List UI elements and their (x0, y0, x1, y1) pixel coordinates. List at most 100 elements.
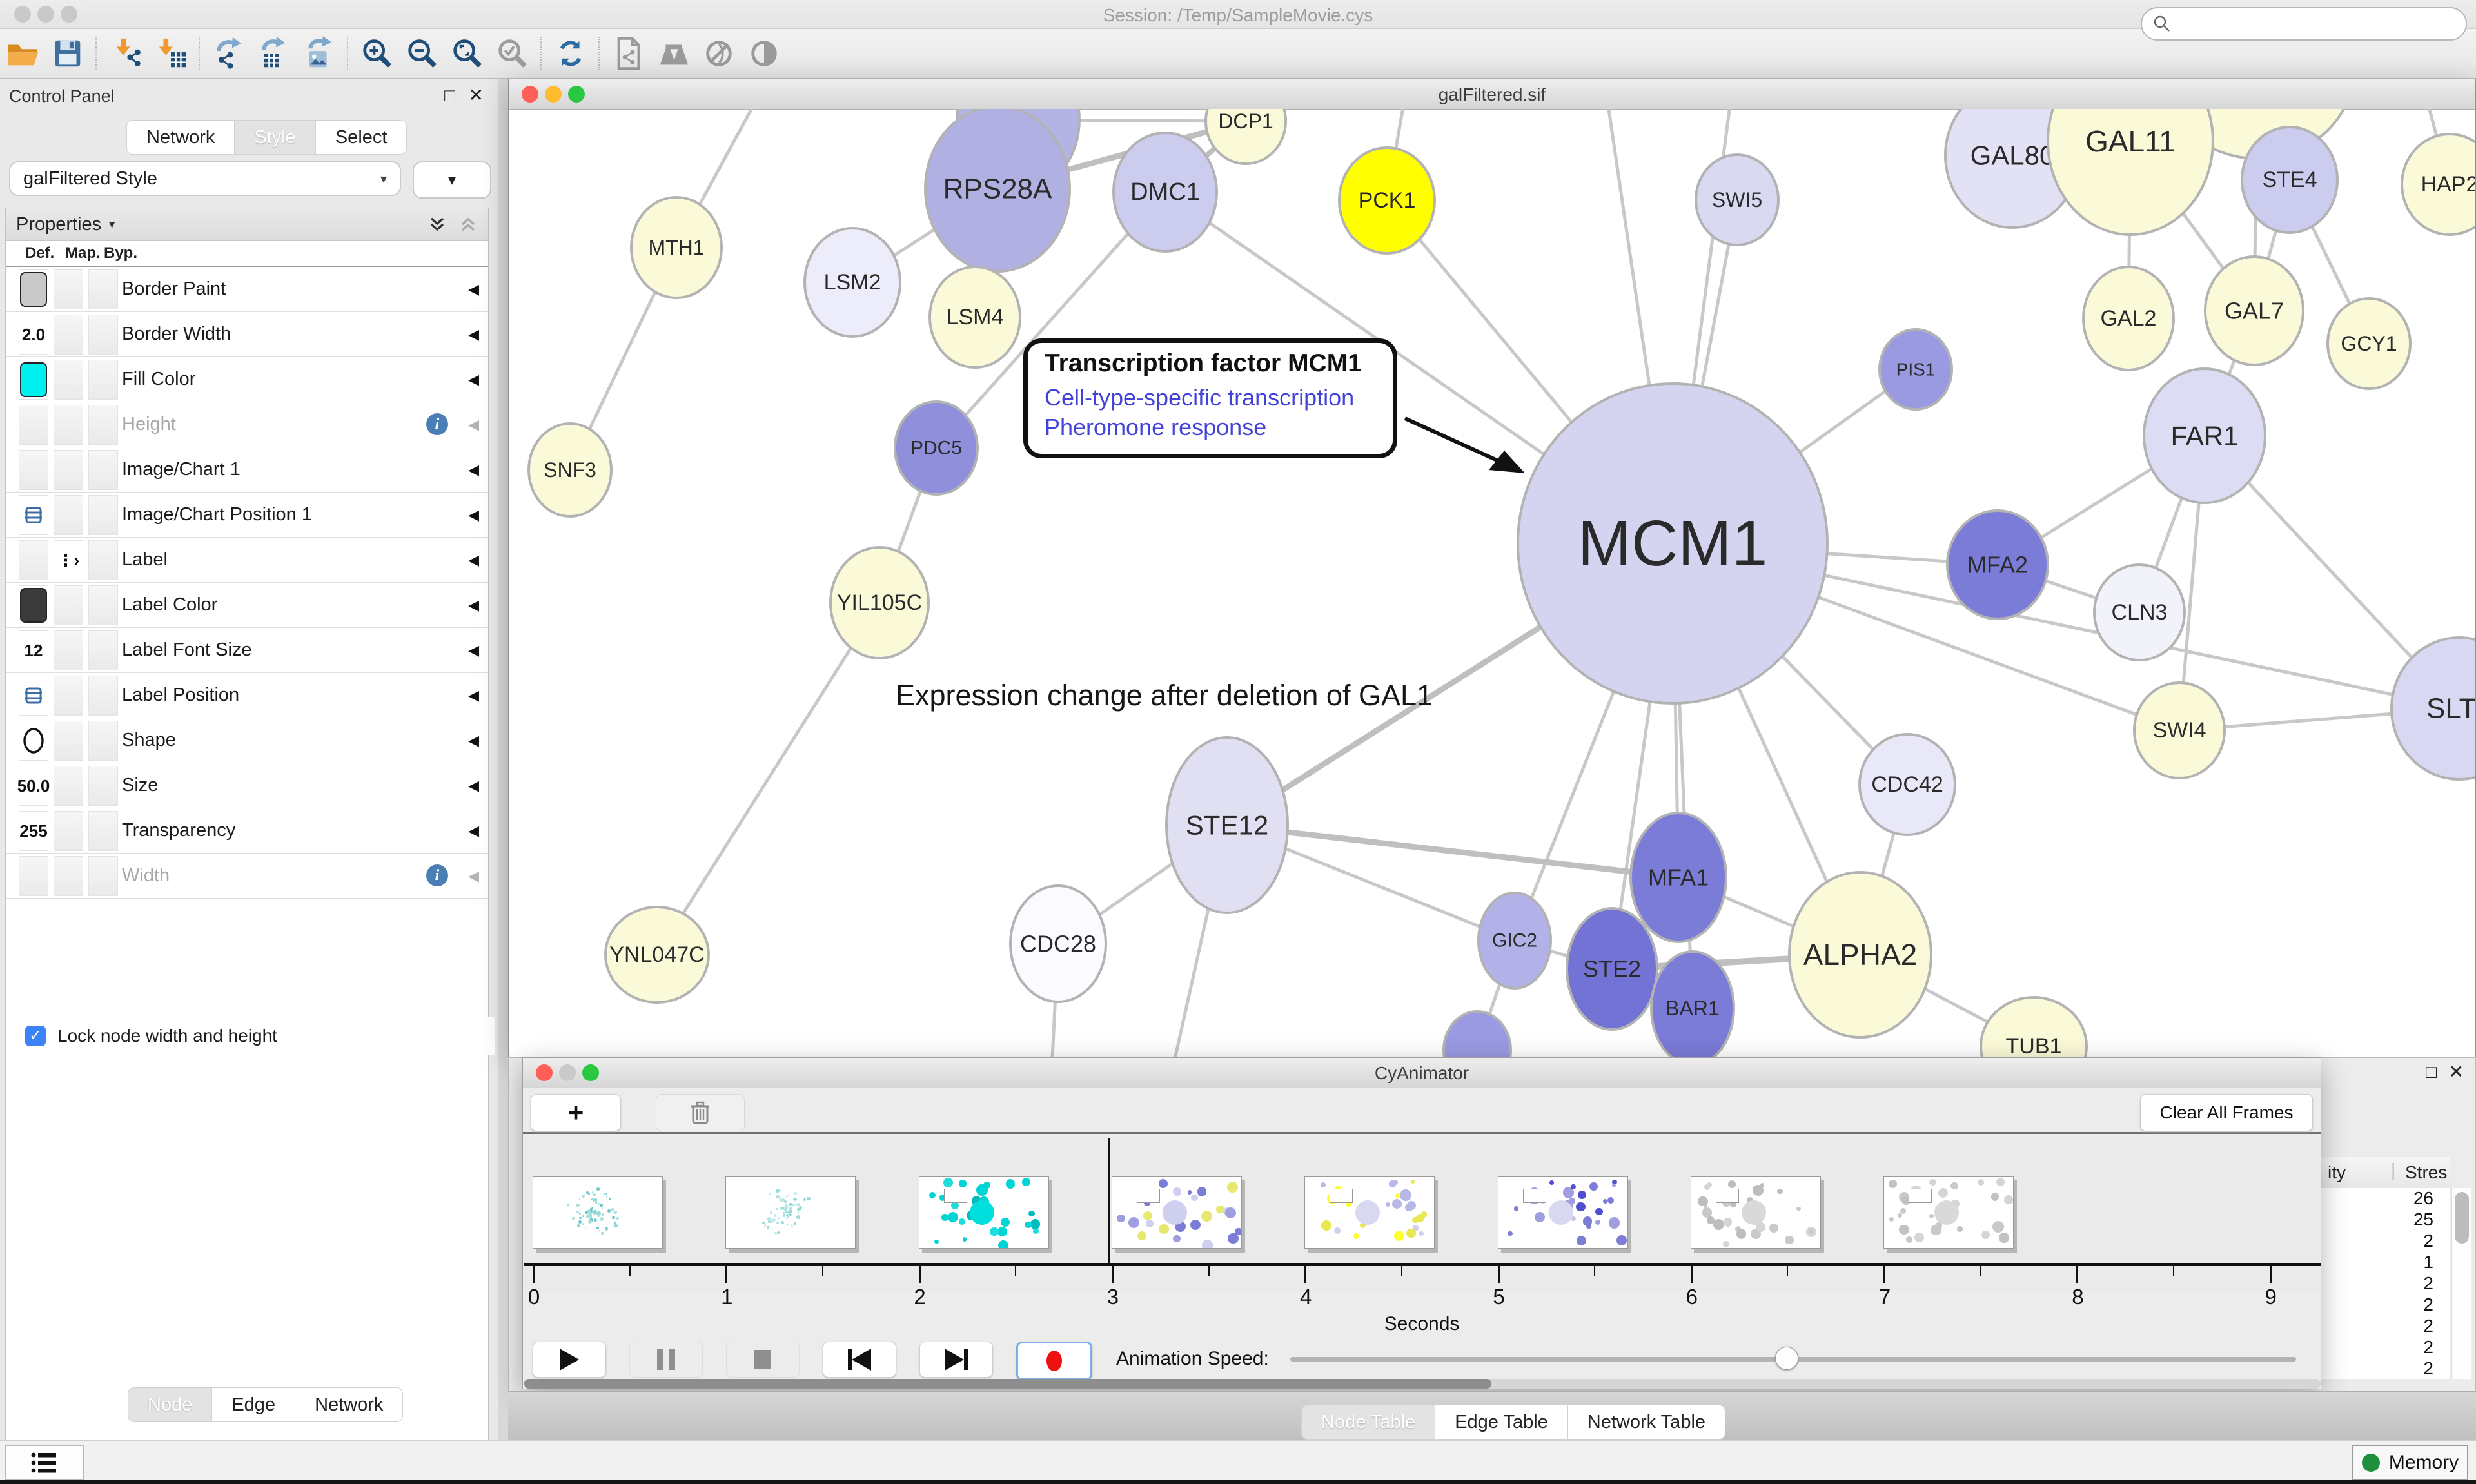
table-row[interactable]: 2 (2321, 1316, 2450, 1337)
save-session-button[interactable] (45, 34, 90, 73)
property-value-cell[interactable] (88, 856, 118, 896)
property-row-fill-color[interactable]: Fill Color◀ (6, 357, 488, 402)
property-row-border-width[interactable]: 2.0Border Width◀ (6, 312, 488, 357)
lock-size-checkbox[interactable]: ✓ (25, 1026, 46, 1046)
search-neighbors-button[interactable] (651, 34, 696, 73)
node-slt2[interactable]: SLT2 (2392, 638, 2475, 779)
expand-property-icon[interactable]: ◀ (468, 267, 479, 311)
network-window-titlebar[interactable]: galFiltered.sif (509, 79, 2475, 110)
table-row[interactable]: 2 (2321, 1294, 2450, 1316)
hide-details-button[interactable] (696, 34, 742, 73)
expand-all-icon[interactable] (427, 215, 447, 234)
property-row-size[interactable]: 50.0Size◀ (6, 763, 488, 808)
property-row-image-chart-1[interactable]: Image/Chart 1◀ (6, 447, 488, 493)
property-value-cell[interactable]: 12 (19, 630, 48, 670)
node-cdc42[interactable]: CDC42 (1860, 734, 1955, 835)
style-target-tab-node[interactable]: Node (128, 1387, 212, 1422)
property-value-cell[interactable] (88, 360, 118, 400)
property-value-cell[interactable] (54, 360, 83, 400)
network-file-button[interactable] (606, 34, 651, 73)
show-details-button[interactable] (742, 34, 787, 73)
tab-node-table[interactable]: Node Table (1301, 1405, 1435, 1440)
table-row[interactable]: 25 (2321, 1209, 2450, 1231)
node-gal2[interactable]: GAL2 (2083, 267, 2174, 370)
property-row-label-color[interactable]: Label Color◀ (6, 583, 488, 628)
expand-property-icon[interactable]: ◀ (468, 854, 479, 898)
table-scrollbar[interactable] (2451, 1188, 2471, 1379)
property-value-cell[interactable] (54, 811, 83, 851)
frame-thumbnail-7s[interactable] (1883, 1176, 2014, 1249)
node-pis1[interactable]: PIS1 (1880, 329, 1952, 409)
close-panel-icon[interactable]: ✕ (2449, 1063, 2464, 1081)
expand-property-icon[interactable]: ◀ (468, 538, 479, 582)
frame-thumbnail-0s[interactable] (533, 1176, 663, 1249)
expand-property-icon[interactable]: ◀ (468, 493, 479, 537)
node-gal7[interactable]: GAL7 (2205, 257, 2303, 365)
node-lsm2[interactable]: LSM2 (805, 228, 900, 337)
node-purpb[interactable] (1444, 1011, 1511, 1057)
property-value-cell[interactable] (19, 405, 48, 445)
zoom-out-button[interactable] (400, 34, 445, 73)
property-value-cell[interactable] (88, 766, 118, 806)
property-value-cell[interactable] (54, 721, 83, 761)
property-value-cell[interactable] (54, 315, 83, 355)
property-value-cell[interactable] (88, 630, 118, 670)
property-row-label[interactable]: ⋮›Label◀ (6, 538, 488, 583)
property-value-cell[interactable] (88, 585, 118, 625)
frame-thumbnail-3s[interactable] (1112, 1176, 1242, 1249)
import-network-button[interactable] (103, 34, 148, 73)
property-value-cell[interactable] (88, 811, 118, 851)
node-gcy1[interactable]: GCY1 (2328, 298, 2410, 389)
expand-property-icon[interactable]: ◀ (468, 628, 479, 672)
tab-select[interactable]: Select (316, 120, 408, 155)
task-history-button[interactable] (5, 1445, 84, 1481)
table-row[interactable]: 2 (2321, 1231, 2450, 1252)
property-value-cell[interactable] (88, 315, 118, 355)
property-value-cell[interactable]: 2.0 (19, 315, 48, 355)
float-panel-icon[interactable]: □ (2426, 1063, 2437, 1081)
node-alpha2[interactable]: ALPHA2 (1789, 872, 1931, 1037)
zoom-selected-button[interactable] (490, 34, 535, 73)
property-value-cell[interactable] (54, 676, 83, 716)
float-panel-icon[interactable]: □ (444, 86, 455, 104)
node-swi5[interactable]: SWI5 (1696, 155, 1778, 245)
close-panel-icon[interactable]: ✕ (469, 86, 484, 104)
property-value-cell[interactable]: 255 (19, 811, 48, 851)
node-pck1[interactable]: PCK1 (1339, 148, 1435, 253)
node-hap2[interactable]: HAP2 (2402, 134, 2475, 235)
property-value-cell[interactable] (88, 540, 118, 580)
property-value-cell[interactable] (19, 585, 48, 625)
node-lsm4[interactable]: LSM4 (930, 267, 1020, 367)
export-table-button[interactable] (251, 34, 297, 73)
cyanimator-titlebar[interactable]: CyAnimator (523, 1058, 2321, 1088)
property-row-label-position[interactable]: Label Position◀ (6, 673, 488, 718)
column-header[interactable]: Stres (2405, 1162, 2447, 1183)
annotation-link[interactable]: Cell-type-specific transcription (1045, 384, 1393, 411)
node-mth1[interactable]: MTH1 (631, 197, 722, 298)
skip-start-button[interactable] (823, 1342, 896, 1378)
slider-thumb[interactable] (1775, 1347, 1798, 1370)
node-ste2[interactable]: STE2 (1567, 908, 1657, 1030)
property-value-cell[interactable] (54, 405, 83, 445)
expand-property-icon[interactable]: ◀ (468, 447, 479, 492)
expand-property-icon[interactable]: ◀ (468, 673, 479, 718)
annotation-box[interactable]: Transcription factor MCM1 Cell-type-spec… (1023, 338, 1397, 458)
node-cln3[interactable]: CLN3 (2094, 565, 2185, 660)
timeline-scrollbar[interactable] (524, 1379, 2321, 1389)
expand-property-icon[interactable]: ◀ (468, 808, 479, 853)
zoom-in-button[interactable] (355, 34, 400, 73)
refresh-view-button[interactable] (548, 34, 593, 73)
info-icon[interactable]: i (426, 864, 448, 886)
property-value-cell[interactable] (88, 495, 118, 535)
record-button[interactable] (1016, 1342, 1092, 1380)
properties-header[interactable]: Properties ▾ (6, 208, 488, 241)
clear-all-frames-button[interactable]: Clear All Frames (2140, 1094, 2313, 1131)
node-mfa1[interactable]: MFA1 (1631, 813, 1726, 942)
property-value-cell[interactable] (88, 269, 118, 309)
property-value-cell[interactable] (19, 450, 48, 490)
property-value-cell[interactable] (19, 676, 48, 716)
property-value-cell[interactable] (19, 269, 48, 309)
property-value-cell[interactable] (19, 495, 48, 535)
property-row-height[interactable]: Heighti◀ (6, 402, 488, 447)
node-ste12[interactable]: STE12 (1166, 737, 1288, 913)
